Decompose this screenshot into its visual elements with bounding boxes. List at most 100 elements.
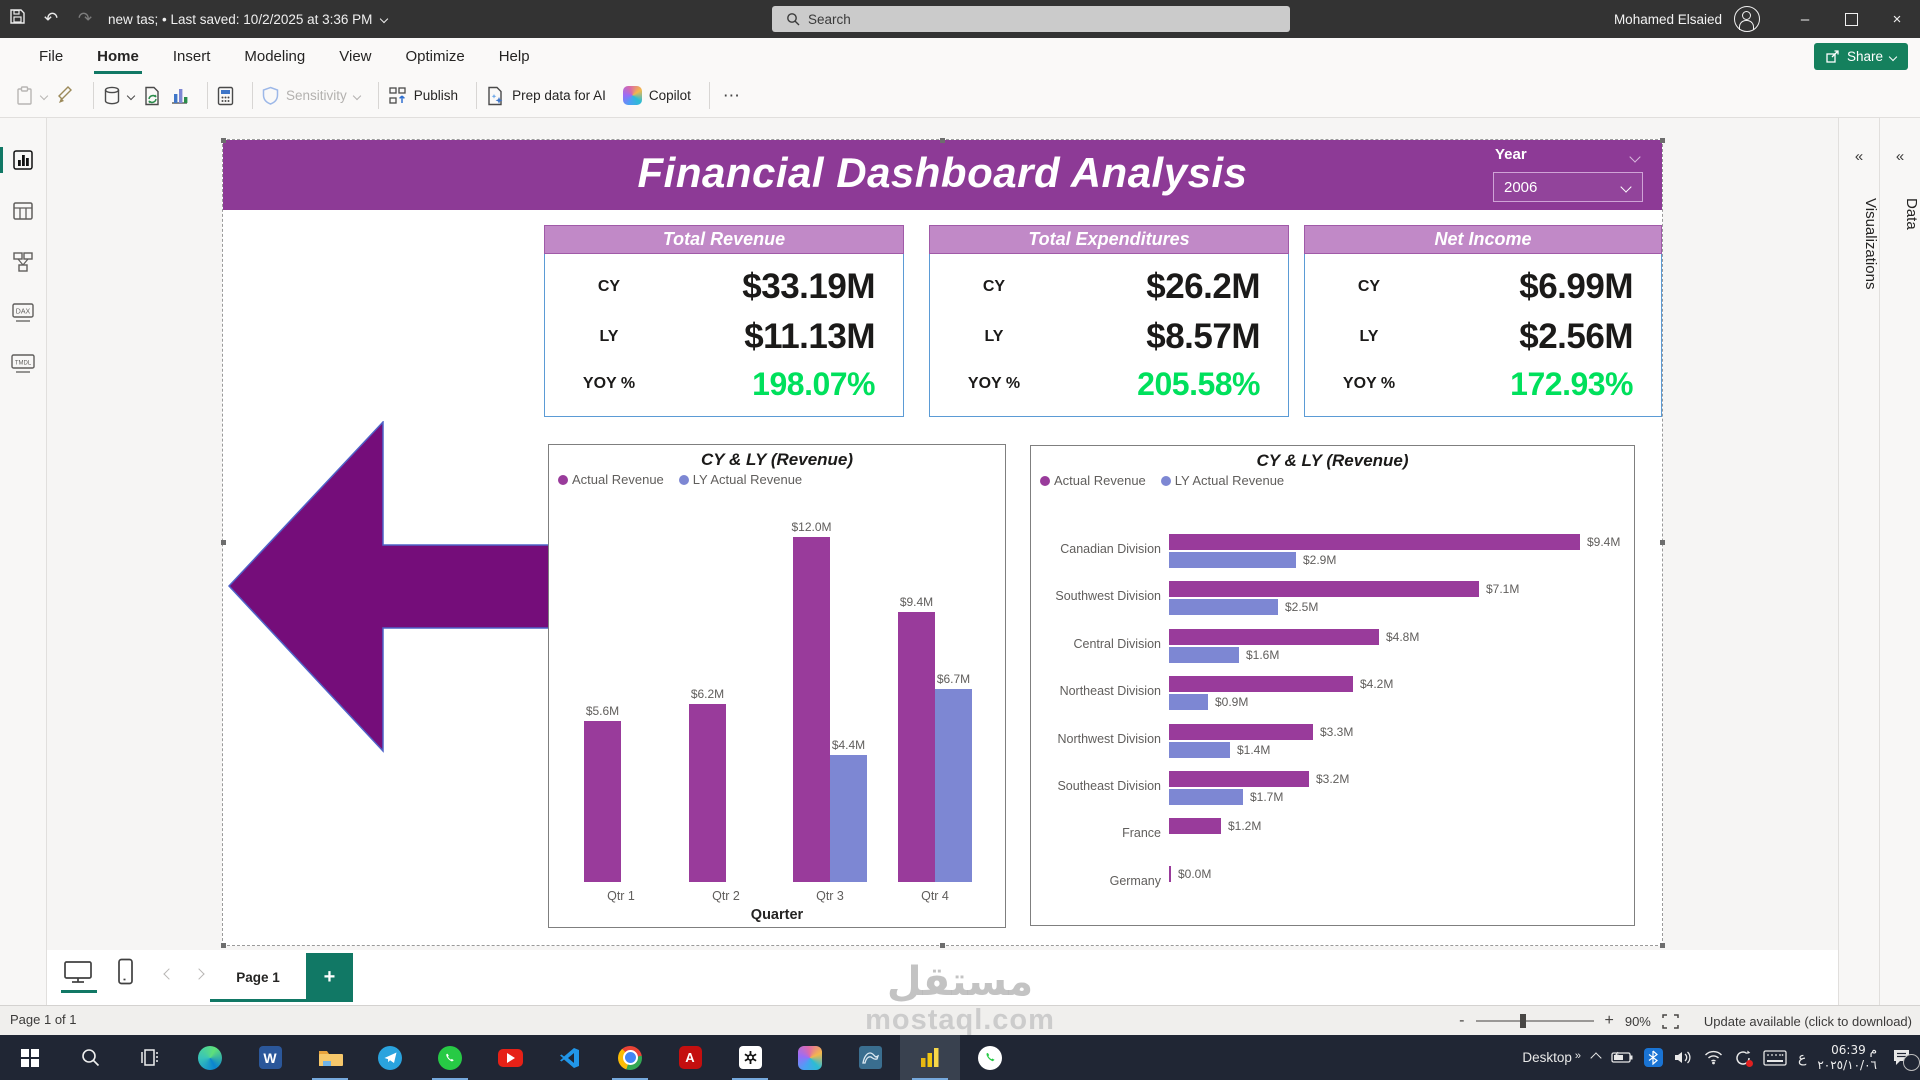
menu-item-view[interactable]: View [322,38,388,74]
document-title[interactable]: new tas; • Last saved: 10/2/2025 at 3:36… [108,12,387,27]
zoom-in-button[interactable]: + [1605,1012,1614,1030]
selection-handle[interactable] [221,943,226,948]
model-view-button[interactable] [0,239,46,285]
clock[interactable]: 06:39 م ٢٠٢٥/١٠/٠٦ [1817,1043,1877,1073]
bar-cy[interactable] [1169,866,1171,882]
bar-ly[interactable] [1169,742,1230,758]
more-commands-button[interactable]: ⋯ [723,86,741,106]
chatgpt-icon[interactable] [720,1035,780,1080]
save-icon[interactable] [0,8,34,30]
transform-data-button[interactable] [143,86,161,106]
selection-handle[interactable] [221,138,226,143]
bar-ly[interactable] [1169,552,1296,568]
paste-button[interactable] [16,86,47,106]
mysql-icon[interactable] [840,1035,900,1080]
bar-ly[interactable] [935,689,972,882]
bluetooth-icon[interactable] [1644,1048,1663,1067]
tmdl-view-button[interactable]: TMDL [0,341,46,387]
bar-ly[interactable] [830,755,867,882]
avatar-icon[interactable] [1734,6,1760,32]
update-available-link[interactable]: Update available (click to download) [1704,1014,1912,1029]
zoom-slider[interactable] [1476,1020,1594,1022]
report-page[interactable]: Financial Dashboard Analysis Year 2006 T… [222,139,1663,946]
dax-query-view-button[interactable]: DAX [0,290,46,336]
left-arrow-shape[interactable] [228,421,559,753]
selection-handle[interactable] [1660,138,1665,143]
menu-item-optimize[interactable]: Optimize [389,38,482,74]
menu-item-modeling[interactable]: Modeling [227,38,322,74]
wifi-icon[interactable] [1704,1050,1723,1065]
table-view-button[interactable] [0,188,46,234]
battery-icon[interactable] [1611,1051,1633,1064]
bar-cy[interactable] [1169,676,1353,692]
search-button-icon[interactable] [60,1035,120,1080]
hidden-icons-icon[interactable] [1590,1052,1601,1063]
prep-data-ai-button[interactable]: Prep data for AI [486,86,606,106]
zoom-out-button[interactable]: - [1459,1012,1464,1030]
selection-handle[interactable] [221,540,226,545]
page-tab[interactable]: Page 1 [210,953,306,1002]
bar-cy[interactable] [689,704,726,882]
task-view-button-icon[interactable] [120,1035,180,1080]
kpi-card-net-income[interactable]: Net Income CY$6.99M LY$2.56M YOY %172.93… [1304,225,1662,417]
new-page-button[interactable]: + [306,953,353,1002]
whatsapp-icon[interactable] [420,1035,480,1080]
telegram-icon[interactable] [360,1035,420,1080]
desktop-view-icon[interactable] [63,960,93,989]
desktop-toolbar[interactable]: Desktop» [1522,1050,1581,1065]
bar-chart-revenue-by-division[interactable]: CY & LY (Revenue) Actual RevenueLY Actua… [1030,445,1635,926]
search-input[interactable]: Search [772,6,1290,32]
touch-keyboard-icon[interactable] [1763,1050,1787,1066]
bar-cy[interactable] [1169,771,1309,787]
share-button[interactable]: Share [1814,43,1908,70]
volume-icon[interactable] [1674,1050,1693,1065]
copilot-icon[interactable] [780,1035,840,1080]
maximize-button[interactable] [1828,0,1874,38]
youtube-icon[interactable] [480,1035,540,1080]
word-icon[interactable]: W [240,1035,300,1080]
start-button-icon[interactable] [0,1035,60,1080]
bar-cy[interactable] [1169,724,1313,740]
report-view-button[interactable] [0,137,46,183]
bar-cy[interactable] [793,537,830,882]
visualizations-pane-label[interactable]: Visualizations [1839,198,1879,289]
menu-item-insert[interactable]: Insert [156,38,228,74]
bar-cy[interactable] [1169,629,1379,645]
new-measure-button[interactable] [217,86,234,106]
fit-to-page-icon[interactable] [1662,1014,1679,1029]
sync-icon[interactable] [1734,1049,1752,1067]
acrobat-icon[interactable]: A [660,1035,720,1080]
prev-page-icon[interactable] [163,968,174,979]
language-indicator[interactable]: ع [1798,1050,1806,1066]
data-pane-label[interactable]: Data [1880,198,1920,230]
publish-button[interactable]: Publish [388,86,458,105]
year-dropdown[interactable]: 2006 [1493,172,1643,202]
next-page-icon[interactable] [193,968,204,979]
power-bi-icon[interactable] [900,1035,960,1080]
selection-handle[interactable] [940,943,945,948]
menu-item-home[interactable]: Home [80,38,156,74]
undo-icon[interactable]: ↶ [34,9,68,29]
selection-handle[interactable] [1660,943,1665,948]
copilot-button[interactable]: Copilot [623,86,691,105]
menu-item-file[interactable]: File [22,38,80,74]
zoom-level[interactable]: 90% [1625,1014,1651,1029]
get-data-button[interactable] [103,86,134,106]
format-painter-button[interactable] [56,86,75,105]
column-chart-revenue-by-quarter[interactable]: CY & LY (Revenue) Actual RevenueLY Actua… [548,444,1006,928]
bar-cy[interactable] [584,721,621,882]
new-visual-button[interactable] [170,86,189,105]
kpi-card-total-revenue[interactable]: Total Revenue CY$33.19M LY$11.13M YOY %1… [544,225,904,417]
zoom-slider-thumb[interactable] [1520,1014,1526,1028]
minimize-button[interactable]: – [1782,0,1828,38]
action-center-icon[interactable] [1892,1048,1914,1068]
close-button[interactable]: × [1874,0,1920,38]
user-name[interactable]: Mohamed Elsaied [1614,12,1722,27]
chrome-icon[interactable] [600,1035,660,1080]
bar-cy[interactable] [898,612,935,882]
file-explorer-icon[interactable] [300,1035,360,1080]
bar-ly[interactable] [1169,599,1278,615]
bar-ly[interactable] [1169,694,1208,710]
expand-pane-icon[interactable]: « [1880,148,1920,165]
selection-handle[interactable] [940,138,945,143]
